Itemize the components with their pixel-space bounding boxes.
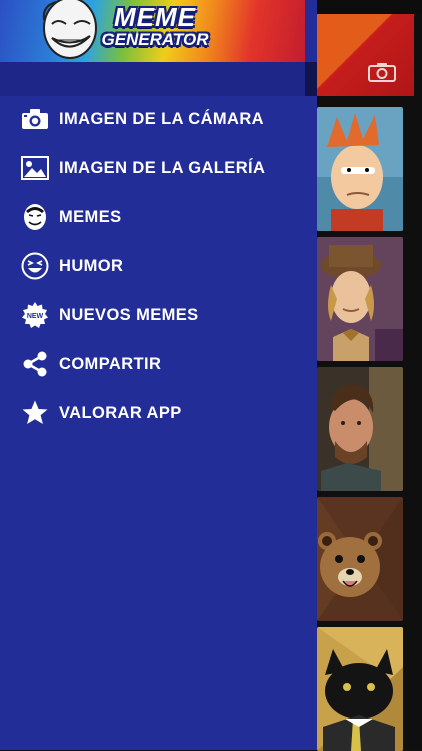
menu-item-memes[interactable]: MEMES xyxy=(0,194,317,240)
meme-template-fry[interactable] xyxy=(317,107,403,231)
drawer-header-divider xyxy=(0,62,305,96)
drawer-edge-shadow xyxy=(305,62,317,96)
star-icon xyxy=(21,399,49,427)
menu-item-label: IMAGEN DE LA GALERÍA xyxy=(59,158,266,177)
menu-item-share[interactable]: COMPARTIR xyxy=(0,341,317,387)
new-badge-icon: NEW xyxy=(21,301,49,329)
menu-item-label: IMAGEN DE LA CÁMARA xyxy=(59,109,264,128)
logo-line1: MEME xyxy=(114,2,196,32)
menu-item-label: VALORAR APP xyxy=(59,403,182,422)
menu-item-label: COMPARTIR xyxy=(59,354,162,373)
menu-item-new-memes[interactable]: NEW NUEVOS MEMES xyxy=(0,292,317,338)
camera-tile[interactable] xyxy=(305,14,414,96)
svg-text:NEW: NEW xyxy=(27,313,44,320)
meme-template-boromir[interactable] xyxy=(317,367,403,491)
menu-item-gallery[interactable]: IMAGEN DE LA GALERÍA xyxy=(0,145,317,191)
menu-item-label: MEMES xyxy=(59,207,122,226)
logo-line2: GENERATOR xyxy=(101,30,209,49)
app-logo-text: MEME GENERATOR xyxy=(90,4,220,50)
menu-item-camera[interactable]: IMAGEN DE LA CÁMARA xyxy=(0,96,317,142)
share-icon xyxy=(21,350,49,378)
camera-icon xyxy=(21,105,49,133)
navigation-drawer: MEME GENERATOR IMAGEN DE LA CÁMARA IMAGE… xyxy=(0,0,317,750)
menu-item-rate-app[interactable]: VALORAR APP xyxy=(0,390,317,436)
laughing-face-icon xyxy=(21,252,49,280)
meme-template-wonka[interactable] xyxy=(317,237,403,361)
meme-template-pedobear[interactable] xyxy=(317,497,403,621)
drawer-header-banner: MEME GENERATOR xyxy=(0,0,305,62)
menu-item-humor[interactable]: HUMOR xyxy=(0,243,317,289)
gallery-image-icon xyxy=(21,154,49,182)
camera-icon xyxy=(368,63,396,82)
menu-item-label: NUEVOS MEMES xyxy=(59,305,199,324)
menu-item-label: HUMOR xyxy=(59,256,124,275)
background-header xyxy=(300,0,422,14)
meme-template-business-cat[interactable] xyxy=(317,627,403,751)
meme-face-icon xyxy=(21,203,49,231)
